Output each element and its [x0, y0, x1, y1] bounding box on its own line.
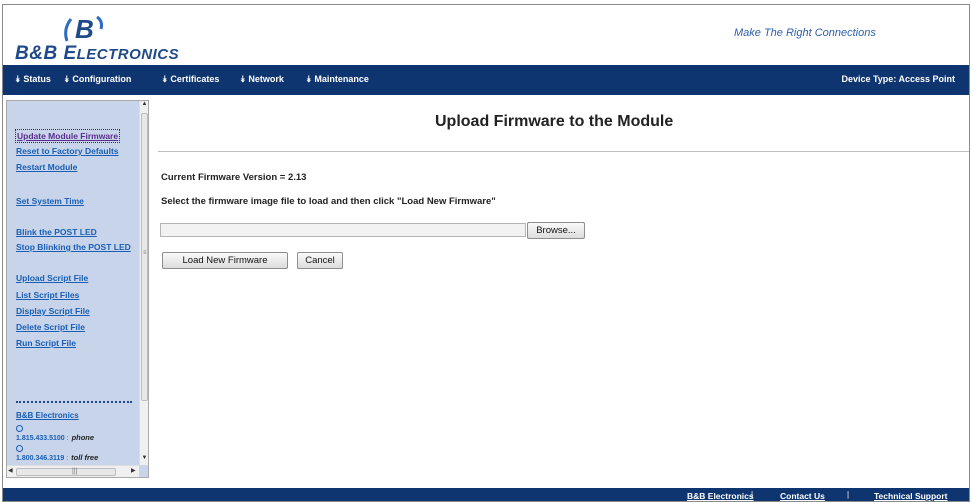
sidebar-divider [16, 401, 132, 403]
footer-separator: | [847, 490, 850, 499]
scroll-grip-icon: ||| [72, 468, 78, 475]
contact-toll-free: 1.800.346.3119 : toll free [16, 445, 98, 462]
sidebar-link-delete-script[interactable]: Delete Script File [16, 322, 85, 332]
footer-link-support[interactable]: Technical Support [874, 491, 948, 501]
nav-arrow-icon: ⯯ [162, 74, 168, 84]
firmware-version: Current Firmware Version = 2.13 [161, 172, 307, 183]
sidebar-horizontal-scrollbar[interactable]: ◀ ||| ▶ [7, 465, 139, 477]
scroll-up-icon[interactable]: ▲ [141, 101, 148, 107]
sidebar-vertical-scrollbar[interactable]: ▲ ≡ ▼ [139, 101, 148, 465]
nav-maintenance[interactable]: ⯯ Maintenance [306, 74, 369, 85]
nav-status[interactable]: ⯯ Status [15, 74, 51, 85]
firmware-file-input[interactable] [160, 223, 526, 237]
top-nav: ⯯ Status ⯯ Configuration ⯯ Certificates ⯯ Ne… [3, 65, 969, 95]
browser-page: B B&B ELECTRONICS Make The Right Connect… [2, 4, 970, 502]
vertical-scroll-thumb[interactable]: ≡ [141, 113, 148, 401]
scroll-right-icon[interactable]: ▶ [131, 467, 136, 474]
scroll-grip-icon: ≡ [143, 250, 147, 256]
nav-network[interactable]: ⯯ Network [240, 74, 284, 85]
horizontal-scroll-thumb[interactable]: ||| [16, 468, 116, 476]
sidebar-link-update-firmware[interactable]: Update Module Firmware [15, 129, 121, 143]
sidebar-link-display-script[interactable]: Display Script File [16, 306, 90, 316]
sidebar-link-restart-module[interactable]: Restart Module [16, 162, 77, 172]
title-divider [158, 151, 969, 152]
phone-icon [16, 425, 23, 432]
phone-icon [16, 445, 23, 452]
sidebar-link-upload-script[interactable]: Upload Script File [16, 273, 88, 283]
logo-text: B&B ELECTRONICS [15, 43, 180, 64]
svg-text:B: B [75, 14, 94, 44]
nav-arrow-icon: ⯯ [64, 74, 70, 84]
page-title: Upload Firmware to the Module [435, 113, 674, 130]
footer: B&B Electronics | Contact Us | Technical… [3, 488, 969, 501]
device-type-label: Device Type: Access Point [841, 74, 955, 84]
footer-link-contact[interactable]: Contact Us [780, 491, 825, 501]
nav-arrow-icon: ⯯ [306, 74, 312, 84]
brand-logo: B B&B ELECTRONICS [15, 13, 195, 64]
cancel-button[interactable]: Cancel [297, 252, 343, 269]
tagline: Make The Right Connections [734, 27, 876, 39]
nav-configuration[interactable]: ⯯ Configuration [64, 74, 131, 85]
footer-separator: | [751, 490, 754, 499]
instruction-text: Select the firmware image file to load a… [161, 196, 496, 207]
header: B B&B ELECTRONICS Make The Right Connect… [3, 5, 969, 65]
sidebar-frame: Update Module Firmware Reset to Factory … [6, 100, 149, 478]
contact-company-link[interactable]: B&B Electronics [16, 411, 79, 420]
sidebar-link-list-scripts[interactable]: List Script Files [16, 290, 79, 300]
sidebar-link-reset-defaults[interactable]: Reset to Factory Defaults [16, 146, 119, 156]
scroll-down-icon[interactable]: ▼ [141, 455, 148, 461]
sidebar-link-blink-led[interactable]: Blink the POST LED [16, 227, 97, 237]
scroll-left-icon[interactable]: ◀ [8, 467, 13, 474]
load-firmware-button[interactable]: Load New Firmware [162, 252, 288, 269]
sidebar-link-run-script[interactable]: Run Script File [16, 338, 76, 348]
sidebar-content: Update Module Firmware Reset to Factory … [7, 101, 139, 465]
nav-certificates[interactable]: ⯯ Certificates [162, 74, 219, 85]
sidebar-link-stop-blink-led[interactable]: Stop Blinking the POST LED [16, 242, 131, 252]
logo-mark-icon: B [64, 14, 103, 44]
nav-arrow-icon: ⯯ [240, 74, 246, 84]
sidebar-link-set-time[interactable]: Set System Time [16, 196, 84, 206]
contact-phone: 1.815.433.5100 : phone [16, 425, 94, 442]
nav-arrow-icon: ⯯ [15, 74, 21, 84]
footer-link-company[interactable]: B&B Electronics [687, 491, 754, 501]
browse-button[interactable]: Browse... [527, 222, 585, 239]
